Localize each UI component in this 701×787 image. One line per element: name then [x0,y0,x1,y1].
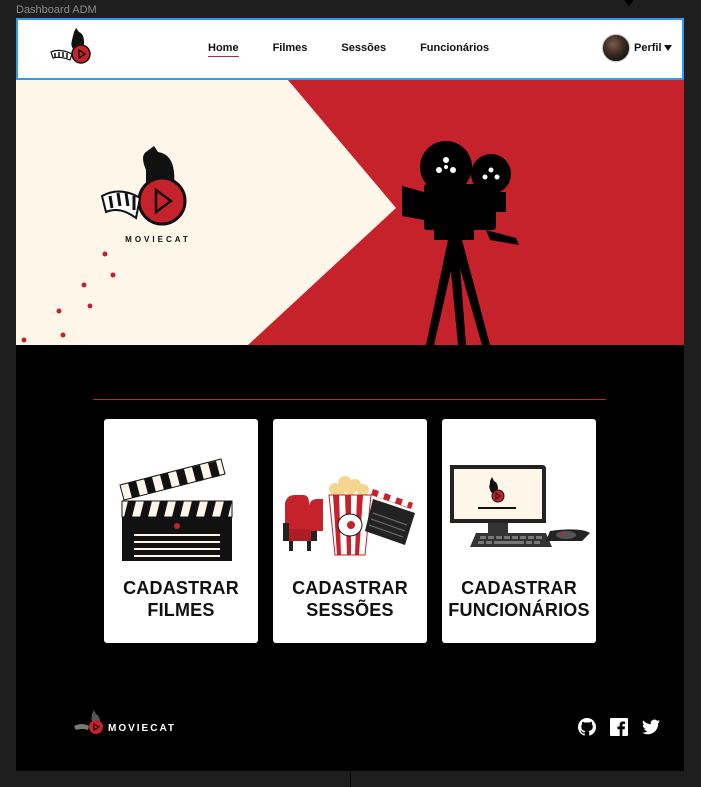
profile-label: Perfil [634,42,662,54]
hero-banner: MOVIECAT [16,80,684,345]
card-title-line1: CADASTRAR [292,578,408,598]
navbar: Home Filmes Sessões Funcionários Perfil [16,18,684,80]
caret-down-icon [663,45,672,51]
avatar[interactable] [602,34,630,62]
card-cadastrar-funcionarios[interactable]: CADASTRAR FUNCIONÁRIOS [442,419,596,643]
card-title-line1: CADASTRAR [123,578,239,598]
nav-sessoes[interactable]: Sessões [341,42,386,54]
github-icon[interactable] [578,718,596,736]
card-title: CADASTRAR SESSÕES [273,577,427,621]
moviecat-logo[interactable] [48,26,96,70]
computer-icon [450,465,590,547]
card-cadastrar-sessoes[interactable]: CADASTRAR SESSÕES [273,419,427,643]
clapperboard-icon [119,458,233,561]
section-divider [93,399,606,400]
nav-filmes[interactable]: Filmes [273,42,308,54]
main-nav: Home Filmes Sessões Funcionários [208,42,523,57]
card-title: CADASTRAR FUNCIONÁRIOS [442,577,596,621]
footer-brand: MOVIECAT [108,723,177,734]
card-title-line2: SESSÕES [306,600,394,620]
cinema-seats-popcorn-icon [283,476,415,556]
nav-home[interactable]: Home [208,42,239,57]
profile-menu[interactable]: Perfil [602,34,672,62]
bottom-divider [350,771,351,787]
frame-caret-icon [624,0,634,6]
nav-funcionarios[interactable]: Funcionários [420,42,489,54]
card-cadastrar-filmes[interactable]: CADASTRAR FILMES [104,419,258,643]
hero-brand-text: MOVIECAT [125,235,191,244]
card-title-line2: FILMES [147,600,215,620]
facebook-icon[interactable] [610,718,628,736]
card-title-line2: FUNCIONÁRIOS [448,600,590,620]
twitter-icon[interactable] [642,718,660,736]
dashboard-page: Home Filmes Sessões Funcionários Perfil … [16,18,684,771]
card-title: CADASTRAR FILMES [104,577,258,621]
card-title-line1: CADASTRAR [461,578,577,598]
frame-label: Dashboard ADM [16,4,97,16]
